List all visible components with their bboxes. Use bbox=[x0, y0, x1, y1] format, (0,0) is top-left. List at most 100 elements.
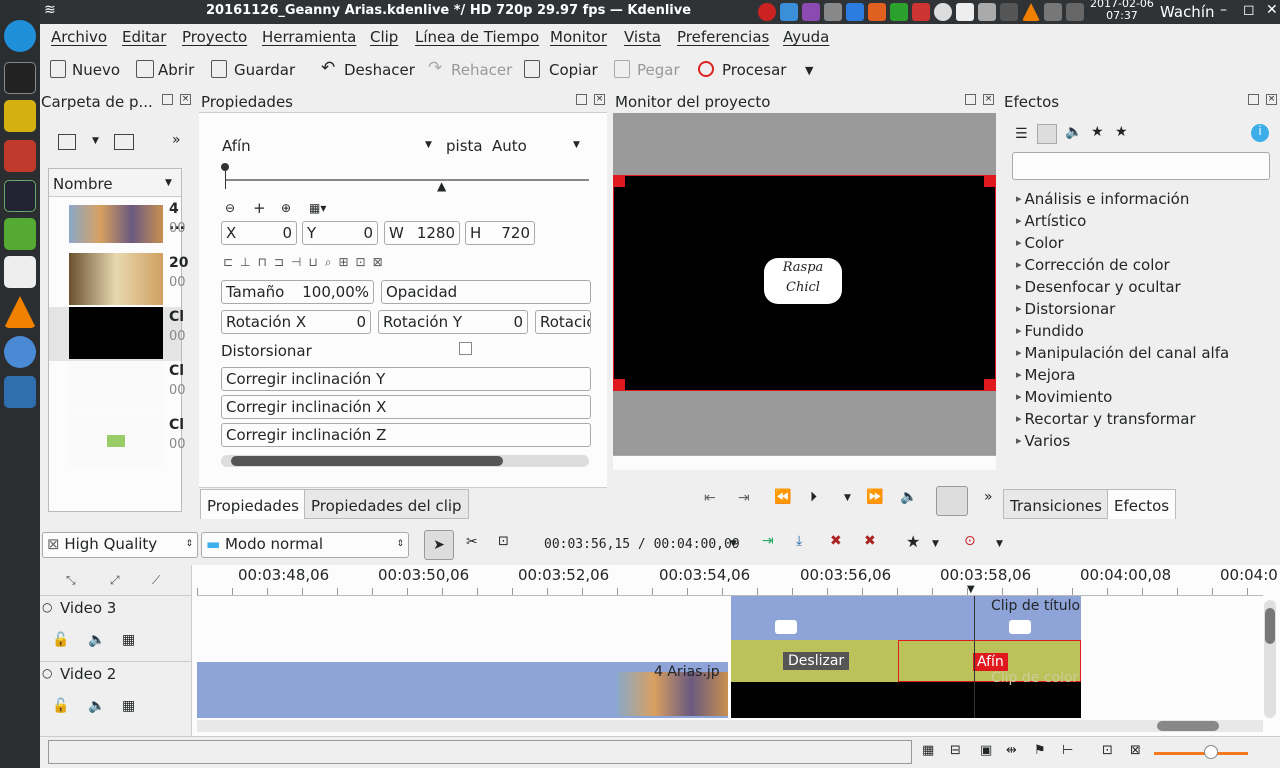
bin-float-icon[interactable] bbox=[162, 94, 173, 105]
skew-y-field[interactable]: Corregir inclinación Y bbox=[221, 367, 591, 391]
menu-clip[interactable]: Clip bbox=[370, 28, 398, 46]
razor-tool-icon[interactable]: ✂ bbox=[466, 534, 478, 550]
effect-category[interactable]: Distorsionar bbox=[1016, 300, 1116, 318]
app-menu-icon[interactable]: ≋ bbox=[44, 2, 56, 18]
tray-z-icon[interactable] bbox=[758, 3, 776, 21]
video-effects-icon[interactable] bbox=[1037, 124, 1057, 144]
add-folder-icon[interactable] bbox=[114, 134, 134, 150]
bin-more-icon[interactable]: » bbox=[172, 132, 181, 148]
vlc-icon[interactable] bbox=[4, 296, 36, 328]
menu-archivo[interactable]: Archivo bbox=[51, 28, 107, 46]
tab-transitions[interactable]: Transiciones bbox=[1003, 489, 1109, 519]
custom-effects-icon[interactable]: ★ bbox=[1091, 124, 1104, 140]
tray-volume-icon[interactable] bbox=[1044, 3, 1062, 21]
zoom-slider-handle[interactable] bbox=[1204, 745, 1218, 759]
list-item[interactable]: Cl 00 bbox=[49, 307, 186, 361]
distort-checkbox[interactable] bbox=[459, 342, 472, 355]
menu-herramienta[interactable]: Herramienta bbox=[262, 28, 356, 46]
monitor-ruler[interactable] bbox=[613, 455, 996, 470]
opacity-field[interactable]: Opacidad bbox=[381, 280, 591, 304]
monitor-float-icon[interactable] bbox=[965, 94, 976, 105]
markers-icon[interactable]: ⚑ bbox=[1034, 743, 1046, 758]
mute-icon[interactable]: 🔈 bbox=[88, 698, 105, 714]
extract-icon[interactable]: ✖ bbox=[864, 533, 876, 549]
info-icon[interactable]: i bbox=[1251, 124, 1269, 142]
menu-ayuda[interactable]: Ayuda bbox=[783, 28, 829, 46]
rotation-z-field[interactable]: Rotacio bbox=[535, 310, 591, 334]
zoom-in-icon[interactable]: ⊠ bbox=[1130, 743, 1141, 758]
chromium-icon[interactable] bbox=[4, 336, 36, 368]
zoom-slider[interactable] bbox=[1154, 752, 1248, 755]
menu-vista[interactable]: Vista bbox=[624, 28, 661, 46]
rewind-icon[interactable]: ⏪ bbox=[774, 489, 791, 505]
list-item[interactable]: 4 ... 00 bbox=[49, 199, 186, 253]
w-field[interactable]: W 1280 bbox=[384, 221, 460, 245]
prev-keyframe-icon[interactable]: ⊖ bbox=[225, 201, 235, 215]
skew-x-field[interactable]: Corregir inclinación X bbox=[221, 395, 591, 419]
effect-category[interactable]: Manipulación del canal alfa bbox=[1016, 344, 1230, 362]
more-icon[interactable]: ▼ bbox=[805, 64, 813, 77]
next-keyframe-icon[interactable]: ⊕ bbox=[281, 201, 291, 215]
tray-presentation-icon[interactable] bbox=[868, 3, 886, 21]
rotation-x-field[interactable]: Rotación X 0 bbox=[221, 310, 371, 334]
monitor-more-icon[interactable]: » bbox=[984, 489, 993, 505]
paint-icon[interactable] bbox=[4, 218, 36, 250]
play-dropdown-icon[interactable]: ▼ bbox=[844, 493, 851, 503]
lock-icon[interactable]: 🔓 bbox=[52, 698, 69, 714]
effects-list-view-icon[interactable]: ☰ bbox=[1015, 126, 1028, 142]
list-item[interactable]: Cl 00 bbox=[49, 361, 186, 415]
image-clip[interactable]: 4 Arias.jp bbox=[197, 662, 728, 718]
compositing-toggle-icon[interactable] bbox=[936, 486, 968, 516]
resize-handle[interactable] bbox=[613, 379, 625, 391]
favorites-icon[interactable]: ★ bbox=[906, 532, 920, 551]
menu-proyecto[interactable]: Proyecto bbox=[182, 28, 247, 46]
menu-editar[interactable]: Editar bbox=[122, 28, 166, 46]
volume-icon[interactable]: 🔈 bbox=[900, 489, 917, 505]
track-name[interactable]: Video 3 bbox=[60, 599, 116, 617]
new-button[interactable]: Nuevo bbox=[72, 61, 120, 79]
props-float-icon[interactable] bbox=[576, 94, 587, 105]
ubuntu-logo-icon[interactable] bbox=[4, 20, 36, 52]
effect-category[interactable]: Artístico bbox=[1016, 212, 1087, 230]
lift-icon[interactable]: ✖ bbox=[830, 533, 842, 549]
effect-category[interactable]: Mejora bbox=[1016, 366, 1076, 384]
archive-icon[interactable] bbox=[4, 140, 36, 172]
hide-video-icon[interactable]: ▦ bbox=[122, 632, 135, 648]
set-zone-out-icon[interactable]: ⇥ bbox=[738, 490, 750, 506]
expand-icon[interactable]: ⤢ bbox=[110, 573, 120, 588]
bin-view-icon[interactable] bbox=[58, 134, 76, 150]
props-hscrollbar[interactable] bbox=[221, 455, 589, 467]
track-name[interactable]: Video 2 bbox=[60, 665, 116, 683]
redo-button[interactable]: Rehacer bbox=[451, 61, 512, 79]
record-dropdown-icon[interactable]: ▼ bbox=[996, 539, 1003, 549]
favorites-dropdown-icon[interactable]: ▼ bbox=[932, 539, 939, 549]
favorite-effects-icon[interactable]: ★ bbox=[1115, 124, 1128, 140]
spacer-tool-icon[interactable]: ⊡ bbox=[498, 534, 509, 549]
tab-properties[interactable]: Propiedades bbox=[200, 489, 306, 519]
video-thumbs-icon[interactable]: ▣ bbox=[980, 743, 992, 758]
effect-dropdown-icon[interactable]: ▼ bbox=[425, 140, 432, 150]
timeline-hscrollbar[interactable] bbox=[197, 720, 1263, 732]
user-name[interactable]: Wachín bbox=[1160, 3, 1215, 21]
menu-preferencias[interactable]: Preferencias bbox=[677, 28, 769, 46]
effect-category[interactable]: Recortar y transformar bbox=[1016, 410, 1196, 428]
resize-handle[interactable] bbox=[613, 175, 625, 187]
effect-category[interactable]: Color bbox=[1016, 234, 1064, 252]
align-tools-icon[interactable]: ⊏⊥⊓⊐⊣⊔⌕⊞⊡⊠ bbox=[223, 255, 390, 270]
effect-category[interactable]: Corrección de color bbox=[1016, 256, 1170, 274]
lock-icon[interactable]: 🔓 bbox=[52, 632, 69, 648]
open-button[interactable]: Abrir bbox=[158, 61, 194, 79]
audio-thumbs-icon[interactable]: ⇹ bbox=[1006, 743, 1017, 758]
save-button[interactable]: Guardar bbox=[234, 61, 295, 79]
color-clip[interactable]: Clip de color bbox=[731, 670, 1081, 718]
effect-category[interactable]: Fundido bbox=[1016, 322, 1084, 340]
teapot-icon[interactable] bbox=[4, 100, 36, 132]
tab-clip-properties[interactable]: Propiedades del clip bbox=[304, 489, 469, 519]
bin-close-icon[interactable]: × bbox=[180, 94, 191, 105]
hide-video-icon[interactable]: ▦ bbox=[122, 698, 135, 714]
tray-book-icon[interactable] bbox=[956, 3, 974, 21]
effect-category[interactable]: Varios bbox=[1016, 432, 1071, 450]
list-item[interactable]: Cl 00 bbox=[49, 415, 186, 469]
tray-wifi-icon[interactable] bbox=[1000, 3, 1018, 21]
menu-monitor[interactable]: Monitor bbox=[550, 28, 607, 46]
